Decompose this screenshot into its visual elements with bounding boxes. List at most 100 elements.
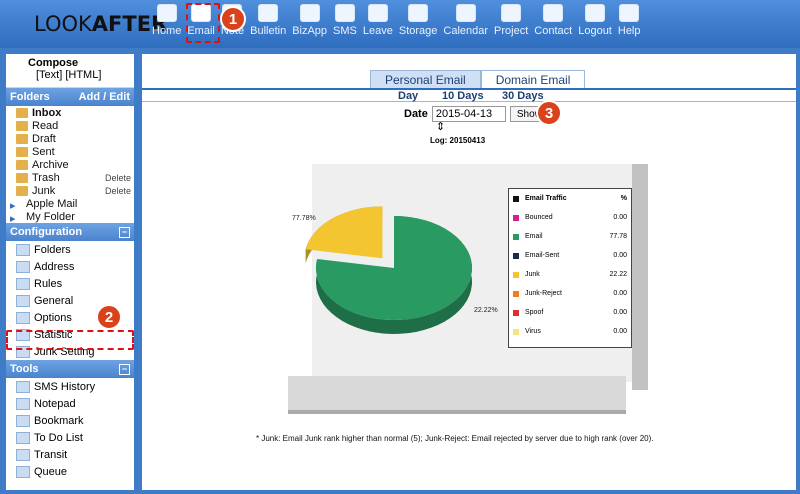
callout-badge-1: 1 xyxy=(220,6,246,32)
nav-label: Home xyxy=(152,25,182,37)
folder-trash[interactable]: Trash Delete xyxy=(6,171,134,184)
nav-label: Leave xyxy=(362,25,393,37)
tools-header[interactable]: Tools − xyxy=(6,360,134,378)
legend-row-email: Email 77.78 xyxy=(509,227,631,246)
folder-apple-mail[interactable]: ▸ Apple Mail xyxy=(6,197,134,212)
home-icon xyxy=(156,4,177,22)
legend-row-junk: Junk 22.22 xyxy=(509,265,631,284)
folder-draft[interactable]: Draft xyxy=(6,132,134,145)
delete-link[interactable]: Delete xyxy=(105,186,131,196)
chart-legend: Email Traffic % Bounced 0.00 Email 77.78 Ema… xyxy=(508,188,632,348)
nav-contact[interactable]: Contact xyxy=(534,4,572,37)
add-edit-folders-link[interactable]: Add / Edit xyxy=(79,91,130,103)
nav-bizapp[interactable]: BizApp xyxy=(292,4,327,37)
folder-inbox[interactable]: Inbox xyxy=(6,106,134,119)
bizapp-icon xyxy=(299,4,320,22)
options-icon xyxy=(16,311,30,324)
compose-format-links[interactable]: [Text] [HTML] xyxy=(36,69,128,81)
folder-sent[interactable]: Sent xyxy=(6,145,134,158)
sms-history-icon xyxy=(16,380,30,393)
callout-badge-2: 2 xyxy=(96,304,122,330)
legend-swatch xyxy=(513,328,519,335)
nav-help[interactable]: Help xyxy=(618,4,641,37)
address-icon xyxy=(16,260,30,273)
nav-label: SMS xyxy=(333,25,357,37)
contact-icon xyxy=(543,4,564,22)
nav-calendar[interactable]: Calendar xyxy=(443,4,488,37)
nav-label: Calendar xyxy=(443,25,489,37)
nav-sms[interactable]: SMS xyxy=(333,4,357,37)
folder-junk[interactable]: Junk Delete xyxy=(6,184,134,197)
nav-storage[interactable]: Storage xyxy=(398,4,438,37)
pie-slice-label: 77.78% xyxy=(292,215,316,222)
legend-swatch xyxy=(513,309,519,316)
transit-icon xyxy=(16,448,30,461)
sidebar-item-notepad[interactable]: Notepad xyxy=(6,395,134,412)
nav-home[interactable]: Home xyxy=(152,4,181,37)
general-icon xyxy=(16,294,30,307)
legend-swatch xyxy=(513,290,519,297)
compose-block[interactable]: Compose [Text] [HTML] xyxy=(6,54,134,88)
legend-row-email-sent: Email-Sent 0.00 xyxy=(509,246,631,265)
bookmark-icon xyxy=(16,414,30,427)
tools-list: SMS History Notepad Bookmark To Do List Tran… xyxy=(6,378,134,480)
compose-title[interactable]: Compose xyxy=(28,57,128,69)
pie-chart: 77.78% 22.22% xyxy=(292,206,498,334)
collapse-icon[interactable]: − xyxy=(119,363,130,375)
rules-icon xyxy=(16,277,30,290)
collapse-icon[interactable]: − xyxy=(119,226,130,238)
legend-swatch xyxy=(513,252,519,259)
nav-bulletin[interactable]: Bulletin xyxy=(250,4,286,37)
configuration-header[interactable]: Configuration − xyxy=(6,223,134,241)
sidebar-item-address[interactable]: Address xyxy=(6,258,134,275)
bulletin-icon xyxy=(258,4,279,22)
logout-icon xyxy=(585,4,606,22)
sidebar-item-sms-history[interactable]: SMS History xyxy=(6,378,134,395)
notepad-icon xyxy=(16,397,30,410)
app-logo[interactable]: LOOKAFTER xyxy=(34,12,167,36)
pie-slice-junk xyxy=(305,206,383,259)
callout-email-highlight xyxy=(186,3,220,43)
sidebar-item-to-do-list[interactable]: To Do List xyxy=(6,429,134,446)
folders-list: Inbox Read Draft Sent Archive Trash Delete Junk… xyxy=(6,106,134,225)
main-content: Personal Email Domain Email Day 10 Days … xyxy=(142,54,796,490)
legend-header-swatch xyxy=(513,195,519,202)
project-icon xyxy=(501,4,522,22)
folder-icon xyxy=(16,146,28,157)
folder-my-folder[interactable]: ▸ My Folder xyxy=(6,210,134,225)
sidebar-item-queue[interactable]: Queue xyxy=(6,463,134,480)
nav-label: Storage xyxy=(398,25,438,37)
sidebar-item-folders[interactable]: Folders xyxy=(6,241,134,258)
storage-icon xyxy=(408,4,429,22)
sidebar: Compose [Text] [HTML] Folders Add / Edit… xyxy=(6,54,134,490)
legend-row-spoof: Spoof 0.00 xyxy=(509,303,631,322)
nav-logout[interactable]: Logout xyxy=(578,4,612,37)
sidebar-item-rules[interactable]: Rules xyxy=(6,275,134,292)
callout-statistic-highlight xyxy=(6,330,134,350)
legend-swatch xyxy=(513,233,519,240)
folder-icon xyxy=(16,159,28,170)
to-do-list-icon xyxy=(16,431,30,444)
legend-row-virus: Virus 0.00 xyxy=(509,322,631,341)
nav-leave[interactable]: Leave xyxy=(363,4,393,37)
nav-label: Help xyxy=(617,25,641,37)
nav-label: Bulletin xyxy=(250,25,287,37)
folder-read[interactable]: Read xyxy=(6,119,134,132)
delete-link[interactable]: Delete xyxy=(105,173,131,183)
folder-icon xyxy=(16,133,28,144)
nav-label: Contact xyxy=(534,25,573,37)
folder-icon xyxy=(16,107,28,118)
sidebar-item-transit[interactable]: Transit xyxy=(6,446,134,463)
legend-swatch xyxy=(513,214,519,221)
nav-project[interactable]: Project xyxy=(494,4,528,37)
callout-badge-3: 3 xyxy=(536,100,562,126)
folders-header: Folders Add / Edit xyxy=(6,88,134,106)
folder-icon xyxy=(16,185,28,196)
legend-header: Email Traffic % xyxy=(509,189,631,208)
legend-row-junk-reject: Junk-Reject 0.00 xyxy=(509,284,631,303)
folder-icon: ▸ xyxy=(10,212,16,225)
legend-row-bounced: Bounced 0.00 xyxy=(509,208,631,227)
sidebar-item-bookmark[interactable]: Bookmark xyxy=(6,412,134,429)
folder-archive[interactable]: Archive xyxy=(6,158,134,171)
nav-label: Logout xyxy=(578,25,612,37)
